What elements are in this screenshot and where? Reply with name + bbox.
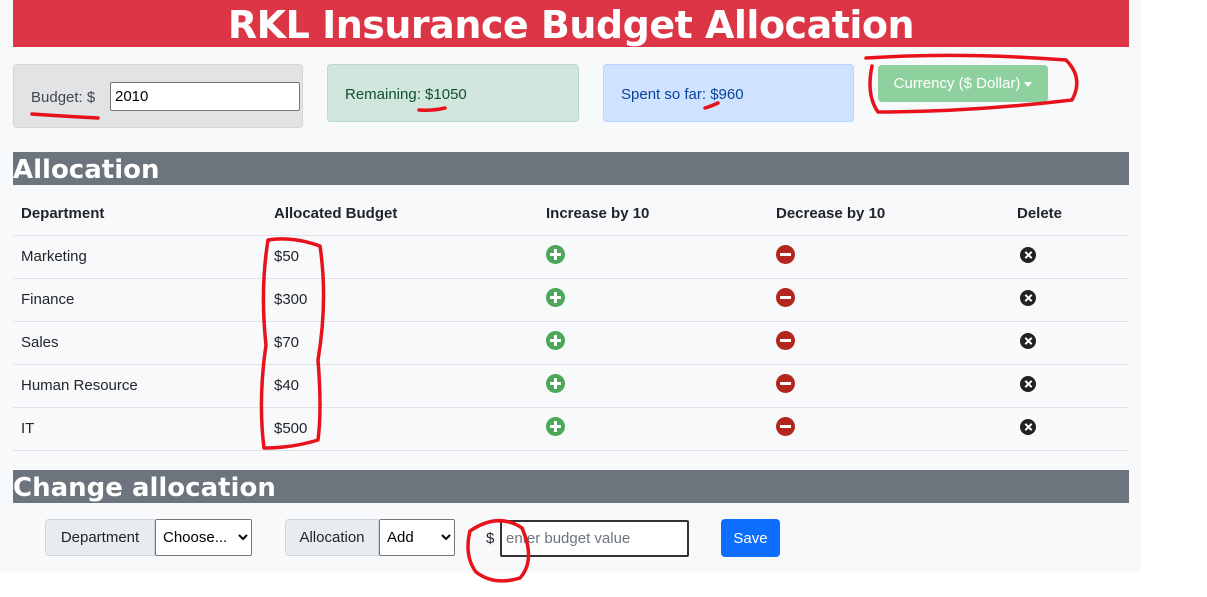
table-row: IT $500	[13, 407, 1129, 451]
plus-circle-icon[interactable]	[546, 374, 565, 393]
budget-cell: $40	[266, 364, 538, 408]
increase-cell	[538, 278, 768, 322]
allocation-label: Allocation	[285, 519, 379, 556]
minus-circle-icon[interactable]	[776, 417, 795, 436]
table-row: Human Resource $40	[13, 364, 1129, 408]
department-cell: Sales	[13, 321, 266, 365]
column-header-delete: Delete	[1009, 193, 1129, 236]
column-header-department: Department	[13, 193, 266, 236]
department-label: Department	[45, 519, 155, 556]
spent-value: $960	[710, 86, 744, 103]
decrease-cell	[768, 364, 1009, 408]
save-button[interactable]: Save	[721, 519, 780, 557]
budget-input[interactable]	[110, 82, 300, 111]
remaining-card: Remaining: $1050	[327, 64, 579, 122]
budget-cell: $70	[266, 321, 538, 365]
decrease-cell	[768, 278, 1009, 322]
caret-down-icon	[1024, 81, 1033, 87]
department-select[interactable]: Choose...	[155, 519, 252, 556]
currency-label: Currency ($ Dollar)	[893, 75, 1021, 92]
x-circle-icon[interactable]	[1020, 375, 1036, 392]
x-circle-icon[interactable]	[1020, 246, 1036, 263]
change-allocation-heading: Change allocation	[13, 470, 1129, 503]
increase-cell	[538, 364, 768, 408]
spent-card: Spent so far: $960	[603, 64, 854, 122]
budget-card: Budget: $	[13, 64, 303, 128]
column-header-increase: Increase by 10	[538, 193, 768, 236]
plus-circle-icon[interactable]	[546, 245, 565, 264]
budget-cell: $50	[266, 235, 538, 279]
decrease-cell	[768, 235, 1009, 279]
minus-circle-icon[interactable]	[776, 288, 795, 307]
budget-value-input[interactable]	[500, 520, 689, 557]
delete-cell	[1009, 235, 1129, 279]
delete-cell	[1009, 407, 1129, 451]
minus-circle-icon[interactable]	[776, 331, 795, 350]
currency-symbol: $	[486, 530, 495, 547]
increase-cell	[538, 321, 768, 365]
department-cell: Human Resource	[13, 364, 266, 408]
department-cell: Marketing	[13, 235, 266, 279]
delete-cell	[1009, 321, 1129, 365]
page-title: RKL Insurance Budget Allocation	[13, 0, 1129, 47]
remaining-text: Remaining: $1050	[345, 86, 467, 103]
x-circle-icon[interactable]	[1020, 332, 1036, 349]
budget-cell: $500	[266, 407, 538, 451]
budget-label: Budget: $	[31, 89, 96, 106]
increase-cell	[538, 235, 768, 279]
remaining-label: Remaining:	[345, 86, 426, 103]
delete-cell	[1009, 364, 1129, 408]
table-row: Finance $300	[13, 278, 1129, 322]
x-circle-icon[interactable]	[1020, 289, 1036, 306]
allocation-select[interactable]: Add	[379, 519, 455, 556]
minus-circle-icon[interactable]	[776, 374, 795, 393]
spent-label: Spent so far:	[621, 86, 711, 103]
plus-circle-icon[interactable]	[546, 288, 565, 307]
allocation-table: Department Allocated Budget Increase by …	[13, 193, 1129, 451]
table-row: Sales $70	[13, 321, 1129, 365]
decrease-cell	[768, 321, 1009, 365]
remaining-value: $1050	[425, 86, 467, 103]
plus-circle-icon[interactable]	[546, 331, 565, 350]
increase-cell	[538, 407, 768, 451]
minus-circle-icon[interactable]	[776, 245, 795, 264]
plus-circle-icon[interactable]	[546, 417, 565, 436]
x-circle-icon[interactable]	[1020, 418, 1036, 435]
department-cell: IT	[13, 407, 266, 451]
table-header-row: Department Allocated Budget Increase by …	[13, 193, 1129, 236]
column-header-allocated-budget: Allocated Budget	[266, 193, 538, 236]
allocation-heading: Allocation	[13, 152, 1129, 185]
table-row: Marketing $50	[13, 235, 1129, 279]
decrease-cell	[768, 407, 1009, 451]
currency-dropdown-button[interactable]: Currency ($ Dollar)	[878, 65, 1048, 102]
department-cell: Finance	[13, 278, 266, 322]
column-header-decrease: Decrease by 10	[768, 193, 1009, 236]
app: RKL Insurance Budget Allocation Budget: …	[0, 0, 1141, 572]
spent-text: Spent so far: $960	[621, 86, 744, 103]
delete-cell	[1009, 278, 1129, 322]
budget-cell: $300	[266, 278, 538, 322]
